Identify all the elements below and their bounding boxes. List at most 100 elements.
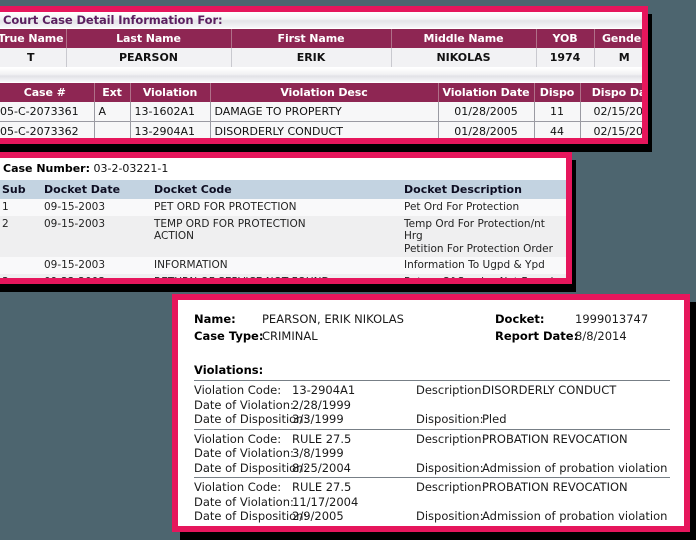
cell-dispo-date: 02/15/2005 bbox=[580, 121, 642, 138]
col-violation-date: Violation Date bbox=[438, 83, 535, 102]
col-docket-code: Docket Code bbox=[148, 180, 398, 199]
cell-gender: M bbox=[594, 48, 642, 67]
cell-ext: A bbox=[94, 102, 131, 122]
date-of-disposition-label: Date of Disposition: bbox=[194, 509, 308, 523]
cell-yob: 1974 bbox=[536, 48, 595, 67]
col-last-name: Last Name bbox=[66, 29, 232, 48]
date-of-disposition-label: Date of Disposition: bbox=[194, 460, 308, 475]
person-table: True Name Last Name First Name Middle Na… bbox=[0, 29, 642, 67]
case-number-line: Case Number: 03-2-03221-1 bbox=[0, 158, 566, 180]
description-value: PROBATION REVOCATION bbox=[482, 480, 628, 494]
cell-dispo: 11 bbox=[534, 102, 581, 122]
violation-code-line: Violation Code: RULE 27.5 Description: P… bbox=[194, 480, 670, 495]
col-first-name: First Name bbox=[231, 29, 392, 48]
court-case-detail-panel: Court Case Detail Information For: True … bbox=[0, 6, 648, 144]
cell-docket-description: Return Of Service Not Found bbox=[398, 273, 566, 278]
report-date-row: Report Date: 8/8/2014 bbox=[495, 329, 670, 343]
cell-sub: 2 bbox=[0, 215, 38, 257]
disposition-value: Pled bbox=[482, 412, 507, 426]
col-middle-name: Middle Name bbox=[391, 29, 537, 48]
date-of-violation-value: 11/17/2004 bbox=[292, 494, 359, 509]
violation-block[interactable]: Violation Code: 13-2904A1 Description: D… bbox=[194, 380, 670, 429]
table-row[interactable]: T PEARSON ERIK NIKOLAS 1974 M bbox=[0, 48, 642, 67]
date-of-disposition-value: 2/9/2005 bbox=[292, 509, 344, 523]
violation-code-line: Violation Code: 13-2904A1 Description: D… bbox=[194, 383, 670, 398]
court-panel-titlebar: Court Case Detail Information For: bbox=[0, 12, 642, 29]
date-of-violation-label: Date of Violation: bbox=[194, 397, 294, 412]
table-row[interactable]: 3 09-22-2003 RETURN OF SERVICE NOT FOUND… bbox=[0, 273, 566, 278]
violation-code-label: Violation Code: bbox=[194, 480, 282, 494]
col-violation: Violation bbox=[130, 83, 211, 102]
disposition-label: Disposition: bbox=[416, 509, 484, 523]
violation-block[interactable]: Violation Code: RULE 27.5 Description: P… bbox=[194, 477, 670, 526]
cell-violation-desc: DISORDERLY CONDUCT bbox=[210, 121, 439, 138]
cell-violation-desc: DAMAGE TO PROPERTY bbox=[210, 102, 439, 122]
cell-docket-description: Temp Ord For Protection/nt Hrg Petition … bbox=[398, 215, 566, 257]
col-true-name: True Name bbox=[0, 29, 67, 48]
cell-docket-date: 09-15-2003 bbox=[38, 257, 148, 274]
col-violation-desc: Violation Desc bbox=[210, 83, 439, 102]
table-row[interactable]: 09-15-2003 INFORMATION Information To Ug… bbox=[0, 257, 566, 274]
violation-code-label: Violation Code: bbox=[194, 383, 282, 397]
case-type-label: Case Type: bbox=[194, 329, 264, 343]
panel-separator bbox=[0, 67, 642, 83]
court-panel-footer bbox=[0, 142, 642, 144]
disposition-label: Disposition: bbox=[416, 460, 484, 475]
cell-middle-name: NIKOLAS bbox=[391, 48, 537, 67]
col-dispo: Dispo bbox=[534, 83, 581, 102]
disposition-label: Disposition: bbox=[416, 412, 484, 426]
date-of-violation-line: Date of Violation: 2/28/1999 bbox=[194, 398, 670, 413]
description-label: Description: bbox=[416, 480, 486, 494]
violation-code-label: Violation Code: bbox=[194, 431, 282, 446]
date-of-violation-value: 2/28/1999 bbox=[292, 397, 351, 412]
date-of-violation-value: 3/8/1999 bbox=[292, 446, 344, 460]
cell-dispo-date: 02/15/2005 bbox=[580, 102, 642, 122]
violation-block[interactable]: Violation Code: RULE 27.5 Description: P… bbox=[194, 428, 670, 478]
col-sub: Sub bbox=[0, 180, 38, 199]
cell-ext bbox=[94, 121, 131, 138]
date-of-violation-line: Date of Violation: 11/17/2004 bbox=[194, 495, 670, 510]
page-title: Court Case Detail Information For: bbox=[3, 13, 223, 27]
case-type-value: CRIMINAL bbox=[262, 329, 318, 343]
cell-docket-date: 09-15-2003 bbox=[38, 199, 148, 216]
cell-violation: 13-1602A1 bbox=[130, 102, 211, 122]
cell-docket-description: Pet Ord For Protection bbox=[398, 199, 566, 216]
date-of-violation-label: Date of Violation: bbox=[194, 446, 294, 460]
description-label: Description: bbox=[416, 383, 486, 397]
col-docket-description: Docket Description bbox=[398, 180, 566, 199]
docket-value: 1999013747 bbox=[575, 312, 649, 326]
docket-list-panel: Case Number: 03-2-03221-1 Sub Docket Dat… bbox=[0, 152, 572, 284]
cell-case-number: 05-C-2073362 bbox=[0, 121, 95, 138]
date-of-disposition-label: Date of Disposition: bbox=[194, 412, 308, 426]
table-row[interactable]: 1 09-15-2003 PET ORD FOR PROTECTION Pet … bbox=[0, 199, 566, 216]
description-value: PROBATION REVOCATION bbox=[482, 431, 628, 446]
disposition-value: Admission of probation violation bbox=[482, 509, 668, 523]
docket-table: Sub Docket Date Docket Code Docket Descr… bbox=[0, 180, 566, 278]
cell-dispo: 44 bbox=[534, 121, 581, 138]
description-value: DISORDERLY CONDUCT bbox=[482, 383, 617, 397]
date-of-disposition-line: Date of Disposition: 3/3/1999 Dispositio… bbox=[194, 412, 670, 427]
cell-docket-date: 09-15-2003 bbox=[38, 215, 148, 257]
name-value: PEARSON, ERIK NIKOLAS bbox=[262, 312, 404, 326]
table-row[interactable]: 2 09-15-2003 TEMP ORD FOR PROTECTION ACT… bbox=[0, 215, 566, 257]
description-label: Description: bbox=[416, 431, 486, 446]
cell-sub bbox=[0, 257, 38, 274]
cell-sub: 3 bbox=[0, 273, 38, 278]
date-of-violation-label: Date of Violation: bbox=[194, 494, 294, 509]
col-docket-date: Docket Date bbox=[38, 180, 148, 199]
table-row[interactable]: 05-C-2073362 13-2904A1 DISORDERLY CONDUC… bbox=[0, 121, 642, 138]
report-header: Name: PEARSON, ERIK NIKOLAS Case Type: C… bbox=[194, 312, 670, 346]
cell-case-number: 05-C-2073361 bbox=[0, 102, 95, 122]
col-ext: Ext bbox=[94, 83, 131, 102]
case-number-label: Case Number: bbox=[3, 162, 90, 175]
violation-code-line: Violation Code: RULE 27.5 Description: P… bbox=[194, 432, 670, 447]
date-of-disposition-line: Date of Disposition: 8/25/2004 Dispositi… bbox=[194, 461, 670, 476]
disposition-value: Admission of probation violation bbox=[482, 460, 668, 475]
col-case-number: Case # bbox=[0, 83, 95, 102]
cell-last-name: PEARSON bbox=[66, 48, 232, 67]
violations-section-title: Violations: bbox=[194, 363, 264, 377]
cell-violation-date: 01/28/2005 bbox=[438, 102, 535, 122]
cell-violation-date: 01/28/2005 bbox=[438, 121, 535, 138]
violations-header-row: Case # Ext Violation Violation Desc Viol… bbox=[0, 83, 642, 102]
table-row[interactable]: 05-C-2073361 A 13-1602A1 DAMAGE TO PROPE… bbox=[0, 102, 642, 122]
